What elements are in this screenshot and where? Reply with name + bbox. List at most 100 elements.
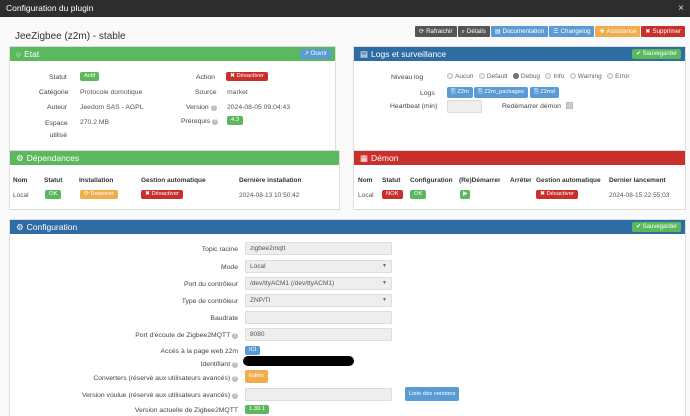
version-value: 2024-08-05 09:04:43 bbox=[227, 104, 291, 111]
version-voulue-label: Version voulue (réservé aux utilisateurs… bbox=[82, 392, 238, 399]
col-derniere: Dernière installation bbox=[239, 177, 302, 184]
logs-header: ▤ Logs et surveillance ✔ Sauvegarder bbox=[354, 47, 685, 61]
type-label: Type de contrôleur bbox=[181, 298, 238, 305]
gears-icon: ⚙ bbox=[16, 222, 24, 232]
dep-statut-badge: OK bbox=[45, 190, 62, 199]
search-icon: ⌕ bbox=[461, 29, 465, 35]
trash-icon: ✖ bbox=[645, 29, 651, 35]
assistance-button[interactable]: ✚ Assistance bbox=[595, 26, 641, 37]
caret-down-icon: ▼ bbox=[382, 297, 387, 303]
details-button[interactable]: ⌕ Détails bbox=[457, 26, 490, 37]
relancer-button[interactable]: ⟳ Relancer bbox=[80, 190, 118, 199]
col-arreter: Arrêter bbox=[510, 177, 532, 184]
heartbeat-label: Heartbeat (min) bbox=[390, 103, 438, 110]
logs-label: Logs bbox=[420, 90, 435, 97]
liste-versions-button[interactable]: Liste des versions bbox=[405, 387, 460, 401]
demon-config-badge: OK bbox=[410, 190, 427, 199]
acces-label: Accès à la page web z2m bbox=[160, 348, 238, 355]
etat-header: ○ Etat ↗ Ouvrir bbox=[10, 47, 335, 61]
changelog-button[interactable]: ☰ Changelog bbox=[549, 26, 595, 37]
log-z2m-packages-button[interactable]: ⎘ Z2m_packages bbox=[474, 87, 528, 98]
dependances-panel: ⚙ Dépendances Nom Statut Installation Ges… bbox=[9, 150, 340, 210]
auteur-label: Auteur bbox=[47, 104, 68, 111]
ecoute-input[interactable]: 8080 bbox=[245, 328, 392, 341]
help-icon: ? bbox=[232, 393, 238, 399]
help-icon: ? bbox=[232, 376, 238, 382]
check-circle-icon: ✔ bbox=[635, 224, 643, 230]
config-save-button[interactable]: ✔ Sauvegarder bbox=[631, 222, 681, 232]
plugin-toolbar: ⟳ Rafraichir ⌕ Détails ▤ Documentation ☰ Cha… bbox=[415, 26, 685, 37]
configuration-panel: ⚙ Configuration ✔ Sauvegarder Topic racin… bbox=[9, 219, 686, 416]
help-icon: ? bbox=[232, 333, 238, 339]
log-z2md-button[interactable]: ⎘ Z2md bbox=[530, 87, 560, 98]
action-label: Action bbox=[196, 74, 215, 81]
col-gestion: Gestion automatique bbox=[141, 177, 206, 184]
heartbeat-input[interactable] bbox=[447, 100, 482, 113]
logs-panel: ▤ Logs et surveillance ✔ Sauvegarder Nive… bbox=[353, 46, 686, 160]
col-nom: Nom bbox=[13, 177, 28, 184]
espace-value: 270.2 MB bbox=[80, 119, 110, 126]
log-z2m-button[interactable]: ⎘ Z2m bbox=[447, 87, 473, 98]
mode-label: Mode bbox=[220, 264, 238, 271]
demarrer-button[interactable]: ▶ bbox=[460, 190, 471, 199]
statut-label: Statut bbox=[49, 74, 67, 81]
port-select[interactable]: /dev/ttyACM1 (/dev/ttyACM1) ▼ bbox=[245, 277, 392, 290]
radio-info[interactable]: Info bbox=[545, 73, 564, 80]
radio-debug[interactable]: Debug bbox=[512, 73, 540, 80]
col-dernier: Dernier lancement bbox=[609, 177, 666, 184]
prerequis-badge: 4.3 bbox=[227, 116, 244, 125]
open-button[interactable]: ↗ Ouvrir bbox=[299, 49, 331, 59]
refresh-button[interactable]: ⟳ Rafraichir bbox=[415, 26, 457, 37]
gear-icon: ⚙ bbox=[16, 153, 24, 163]
desactiver-plugin-button[interactable]: ✖ Désactiver bbox=[226, 72, 268, 81]
documentation-button[interactable]: ▤ Documentation bbox=[490, 26, 549, 37]
col-nom: Nom bbox=[358, 177, 373, 184]
categorie-value: Protocole domotique bbox=[80, 89, 143, 96]
circle-icon: ○ bbox=[16, 49, 22, 59]
radio-error[interactable]: Error bbox=[607, 73, 630, 80]
col-gestion: Gestion automatique bbox=[536, 177, 601, 184]
espace-label: Espace utilisé bbox=[45, 120, 68, 139]
mode-select[interactable]: Local ▼ bbox=[245, 260, 392, 273]
demon-panel: ▦ Démon Nom Statut Configuration (Re)Déma… bbox=[353, 150, 686, 210]
radio-warning[interactable]: Warning bbox=[569, 73, 602, 80]
help-icon: ? bbox=[232, 362, 238, 368]
acces-ici-button[interactable]: ICI bbox=[245, 346, 261, 355]
redemarrer-checkbox[interactable] bbox=[566, 102, 573, 109]
auteur-value: Jeedom SAS - AGPL bbox=[80, 104, 144, 111]
version-voulue-input[interactable] bbox=[245, 388, 392, 401]
col-installation: Installation bbox=[79, 177, 114, 184]
configuration-header: ⚙ Configuration ✔ Sauvegarder bbox=[10, 220, 685, 234]
etat-panel: ○ Etat ↗ Ouvrir Statut Actif Catégorie Pr… bbox=[9, 46, 336, 160]
port-label: Port du contrôleur bbox=[183, 281, 238, 288]
check-circle-icon: ✔ bbox=[635, 51, 643, 57]
radio-aucun[interactable]: Aucun bbox=[447, 73, 473, 80]
statut-badge: Actif bbox=[80, 72, 100, 81]
ambulance-icon: ✚ bbox=[599, 29, 605, 35]
version-actuelle-badge: 1.39.1 bbox=[245, 405, 270, 414]
demon-header: ▦ Démon bbox=[354, 151, 685, 165]
version-actuelle-label: Version actuelle de Zigbee2MQTT bbox=[134, 407, 238, 414]
dep-desactiver-button[interactable]: ✖ Désactiver bbox=[141, 190, 183, 199]
close-icon[interactable]: × bbox=[678, 0, 684, 17]
dep-row-nom: Local bbox=[13, 192, 29, 199]
demon-statut-badge: NOK bbox=[382, 190, 403, 199]
type-select[interactable]: ZNP/TI ▼ bbox=[245, 294, 392, 307]
logs-save-button[interactable]: ✔ Sauvegarder bbox=[631, 49, 681, 59]
help-icon: ? bbox=[211, 119, 218, 125]
delete-button[interactable]: ✖ Supprimer bbox=[641, 26, 685, 37]
source-value: market bbox=[227, 89, 248, 96]
identifiant-label: Identifiant ? bbox=[200, 361, 238, 368]
niveau-log-label: Niveau log bbox=[391, 74, 424, 81]
radio-default[interactable]: Default bbox=[478, 73, 507, 80]
baudrate-input[interactable] bbox=[245, 311, 392, 324]
window-title: Configuration du plugin bbox=[6, 3, 94, 13]
editer-button[interactable]: Editer bbox=[245, 370, 269, 383]
col-configuration: Configuration bbox=[410, 177, 453, 184]
list-icon: ☰ bbox=[553, 29, 559, 35]
baudrate-label: Baudrate bbox=[210, 315, 238, 322]
col-statut: Statut bbox=[382, 177, 401, 184]
demon-desactiver-button[interactable]: ✖ Désactiver bbox=[536, 190, 578, 199]
topic-input[interactable]: zigbee2mqtt bbox=[245, 242, 392, 255]
categorie-label: Catégorie bbox=[39, 89, 69, 96]
